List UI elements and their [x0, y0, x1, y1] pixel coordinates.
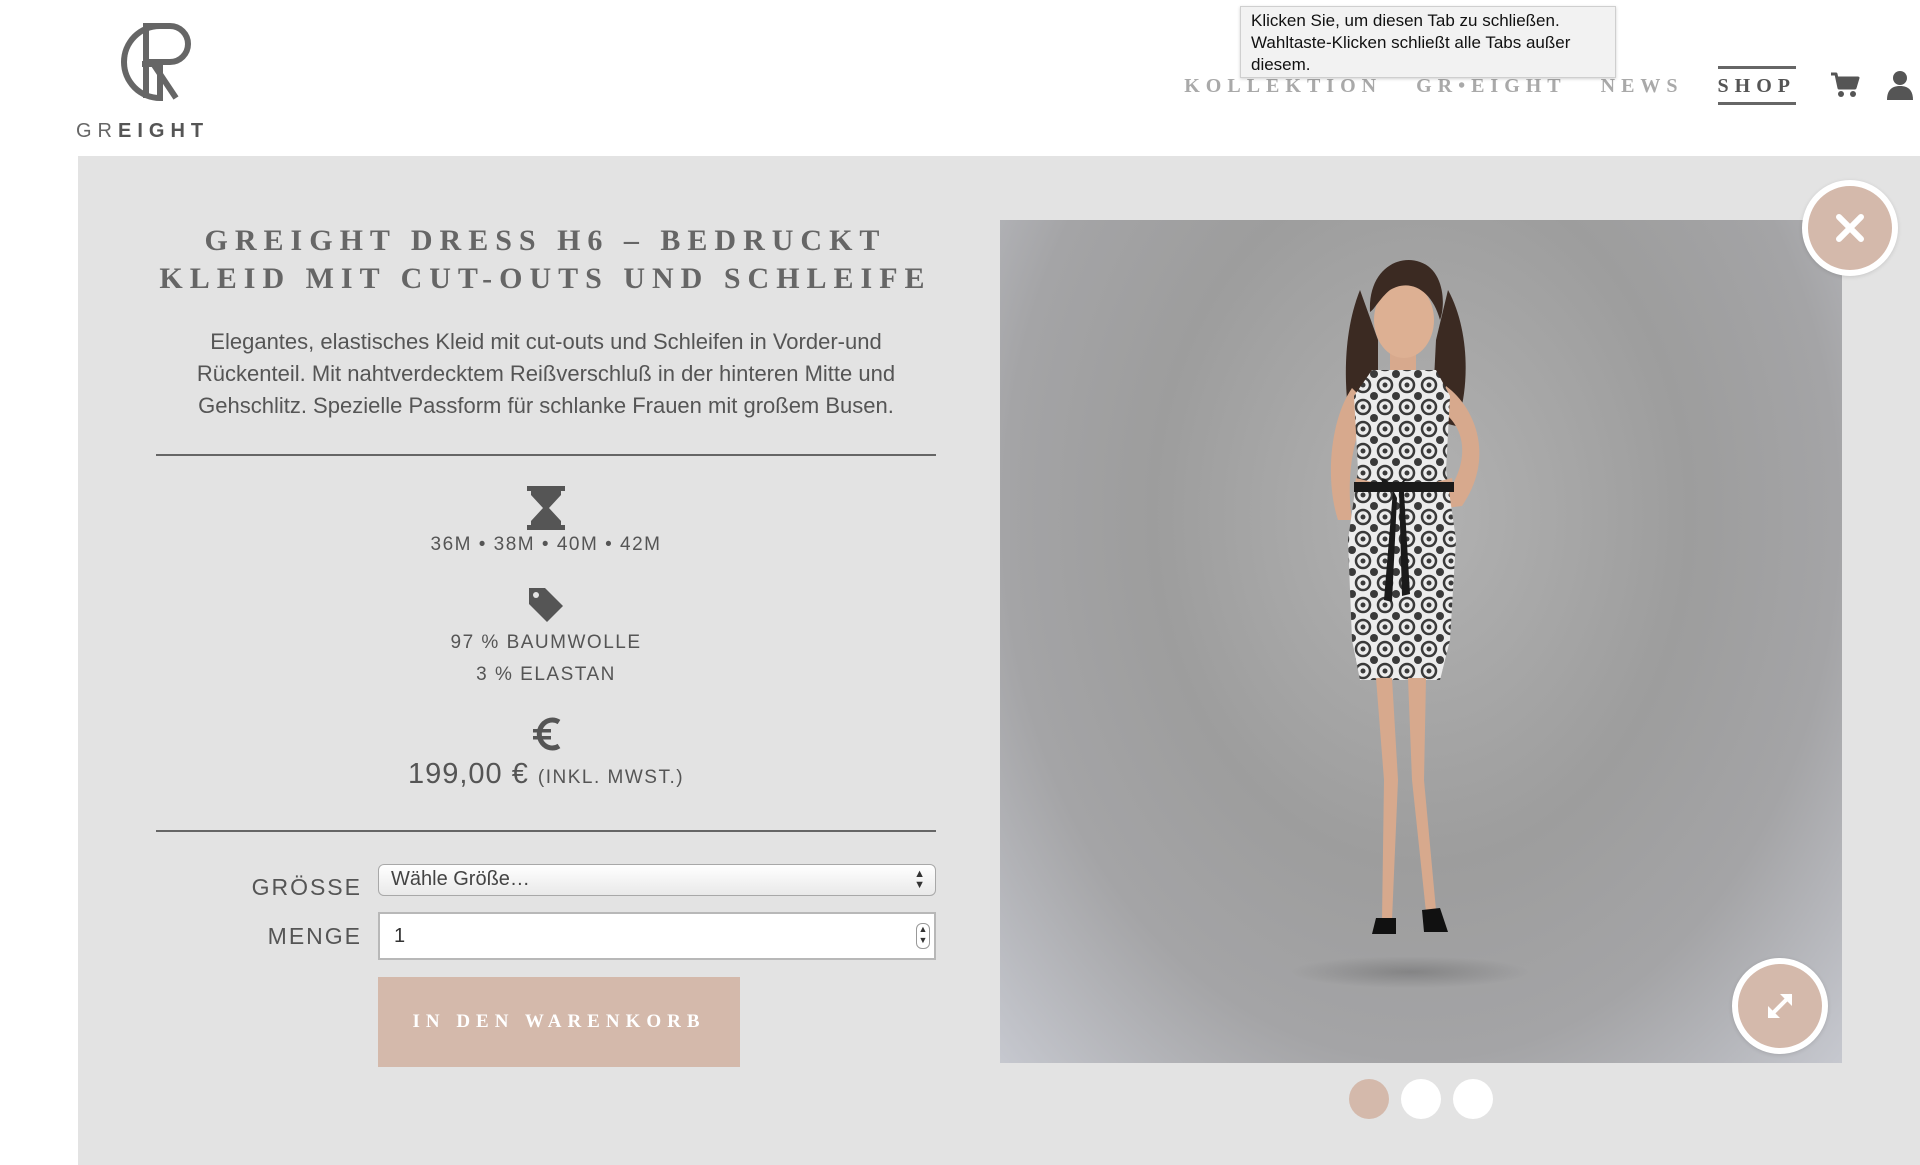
description-line-3: Gehschlitz. Spezielle Passform für schla… — [198, 393, 894, 418]
close-button[interactable] — [1802, 180, 1898, 276]
quantity-label: MENGE — [267, 923, 362, 949]
expand-button[interactable] — [1732, 958, 1828, 1054]
divider-top — [156, 454, 936, 456]
material-line-2: 3 % ELASTAN — [476, 664, 616, 685]
hourglass-icon — [527, 486, 565, 530]
close-icon — [1836, 214, 1864, 242]
expand-icon — [1768, 994, 1792, 1018]
product-title-line-1: GREIGHT DRESS H6 – BEDRUCKT — [204, 224, 887, 257]
tooltip-line-2: Wahltaste-Klicken schließt alle Tabs auß… — [1251, 33, 1571, 52]
product-image[interactable] — [1000, 220, 1842, 1063]
quantity-value: 1 — [394, 925, 406, 947]
select-arrows-icon: ▲ ▼ — [914, 868, 925, 891]
size-select[interactable]: Wähle Größe… ▲ ▼ — [378, 864, 936, 896]
product-price: 199,00 € (INKL. MWST.) — [156, 758, 936, 791]
model-figure — [1290, 260, 1530, 988]
description-line-2: Rückenteil. Mit nahtverdecktem Reißversc… — [196, 361, 896, 386]
cart-icon[interactable] — [1830, 71, 1860, 99]
quantity-input[interactable]: 1 ▲ ▼ — [378, 912, 936, 960]
tooltip-line-1: Klicken Sie, um diesen Tab zu schließen. — [1251, 11, 1560, 30]
tooltip-line-3: diesem. — [1251, 55, 1311, 74]
price-tax-note: (INKL. MWST.) — [537, 767, 685, 788]
site-header: GREIGHT KOLLEKTION GR•EIGHT NEWS SHOP — [0, 0, 1920, 156]
nav-item-shop[interactable]: SHOP — [1717, 65, 1796, 105]
material-line-1: 97 % BAUMWOLLE — [450, 632, 642, 653]
size-label: GRÖSSE — [251, 874, 362, 900]
logo-monogram-icon — [121, 23, 191, 102]
divider-bottom — [156, 830, 936, 832]
slide-dot-3[interactable] — [1453, 1079, 1493, 1119]
description-line-1: Elegantes, elastisches Kleid mit cut-out… — [210, 329, 882, 354]
brand-logo[interactable]: GREIGHT — [76, 12, 226, 147]
price-value: 199,00 € — [407, 758, 529, 790]
available-sizes: 36M • 38M • 40M • 42M — [430, 534, 662, 555]
add-to-cart-button[interactable]: IN DEN WARENKORB — [378, 977, 740, 1067]
logo-text-bold: EIGHT — [118, 120, 210, 142]
slide-dot-1[interactable] — [1349, 1079, 1389, 1119]
user-icon[interactable] — [1886, 70, 1914, 100]
quantity-stepper[interactable]: ▲ ▼ — [916, 923, 930, 949]
product-title: GREIGHT DRESS H6 – BEDRUCKT KLEID MIT CU… — [78, 222, 1013, 298]
product-description: Elegantes, elastisches Kleid mit cut-out… — [156, 326, 936, 422]
tag-icon — [529, 588, 563, 622]
tab-close-tooltip: Klicken Sie, um diesen Tab zu schließen.… — [1240, 6, 1616, 78]
slide-dot-2[interactable] — [1401, 1079, 1441, 1119]
logo-text-light: GR — [76, 120, 118, 142]
product-title-line-2: KLEID MIT CUT-OUTS UND SCHLEIFE — [159, 262, 932, 295]
euro-icon — [533, 717, 561, 751]
logo-wordmark: GREIGHT — [76, 120, 226, 143]
size-select-value: Wähle Größe… — [391, 868, 530, 890]
